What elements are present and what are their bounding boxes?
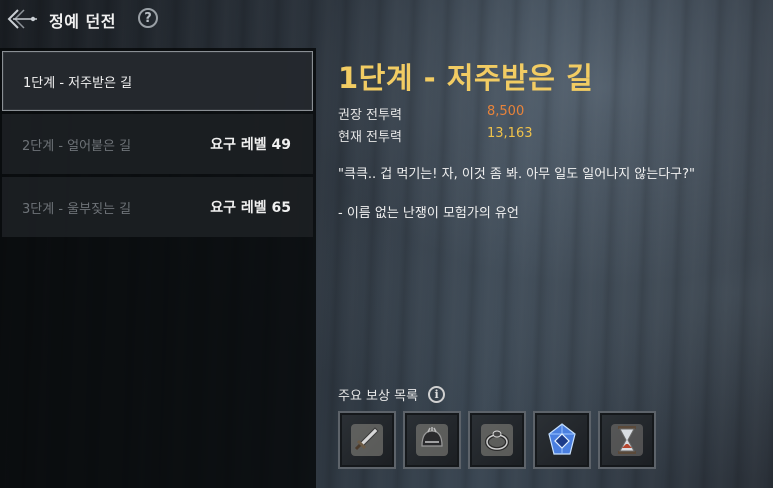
- rewards-title: 주요 보상 목록: [338, 389, 419, 404]
- ring-icon: [481, 424, 513, 456]
- hourglass-icon: [611, 424, 643, 456]
- stage-quote: "큭큭.. 겁 먹기는! 자, 이것 좀 봐. 아무 일도 일어나지 않는다구?…: [338, 167, 696, 182]
- stage-requirement: 요구 레벨 65: [210, 200, 291, 216]
- reward-slot-4[interactable]: [533, 411, 591, 469]
- back-arrow-icon: [7, 9, 37, 29]
- stage-item-2[interactable]: 2단계 - 얼어붙은 길 요구 레벨 49: [2, 114, 313, 174]
- sword-icon: [351, 424, 383, 456]
- recommended-power-label: 권장 전투력: [338, 108, 402, 123]
- info-icon[interactable]: i: [428, 386, 446, 403]
- reward-slot-5[interactable]: [598, 411, 656, 469]
- current-power-value: 13,163: [487, 126, 533, 141]
- stage-name: 2단계 - 얼어붙은 길: [22, 138, 132, 154]
- back-button[interactable]: [6, 7, 40, 31]
- quote-source: - 이름 없는 난쟁이 모험가의 유언: [338, 206, 519, 221]
- stage-item-1[interactable]: 1단계 - 저주받은 길: [2, 51, 313, 111]
- stage-requirement: 요구 레벨 49: [210, 137, 291, 153]
- current-power-row: 현재 전투력 13,163: [338, 126, 533, 145]
- recommended-power-row: 권장 전투력 8,500: [338, 104, 524, 123]
- reward-slot-3[interactable]: [468, 411, 526, 469]
- recommended-power-value: 8,500: [487, 104, 525, 119]
- current-power-label: 현재 전투력: [338, 130, 402, 145]
- help-icon[interactable]: ?: [138, 8, 158, 28]
- rewards-header: 주요 보상 목록 i: [338, 385, 446, 404]
- stage-title: 1단계 - 저주받은 길: [338, 61, 594, 95]
- reward-slot-2[interactable]: [403, 411, 461, 469]
- blue-crystal-icon: [548, 423, 576, 455]
- page-title: 정예 던전: [49, 12, 116, 31]
- reward-slot-1[interactable]: [338, 411, 396, 469]
- stage-item-3[interactable]: 3단계 - 울부짖는 길 요구 레벨 65: [2, 177, 313, 237]
- stage-name: 1단계 - 저주받은 길: [23, 75, 133, 91]
- header-bar: 정예 던전 ?: [0, 0, 773, 40]
- stage-name: 3단계 - 울부짖는 길: [22, 201, 132, 217]
- stage-list: 1단계 - 저주받은 길 2단계 - 얼어붙은 길 요구 레벨 49 3단계 -…: [0, 48, 316, 488]
- helmet-icon: [416, 424, 448, 456]
